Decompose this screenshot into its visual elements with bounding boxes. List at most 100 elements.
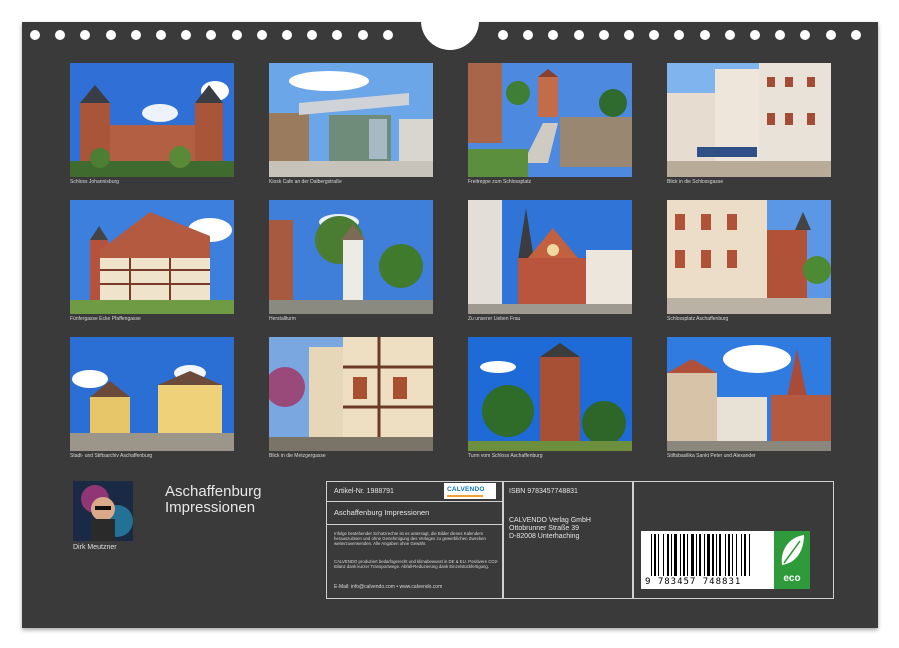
binding-hole — [80, 30, 91, 40]
calvendo-logo-text: CALVENDO — [447, 486, 485, 493]
publisher-line-3: D-82008 Unterhaching — [509, 533, 580, 540]
barcode-bar — [707, 534, 710, 576]
calendar-back-sheet: Schloss Johannisburg Kiosk Cafe an der D… — [22, 20, 878, 628]
photo-freitreppe — [468, 63, 632, 177]
barcode-bar — [696, 534, 697, 576]
publisher-address: CALVENDO Verlag GmbH Ottobrunner Straße … — [509, 517, 591, 541]
binding-hole — [156, 30, 166, 40]
barcode-bar — [683, 534, 685, 576]
hanger-notch — [421, 20, 479, 50]
photo-caption: Schloss Johannisburg — [70, 179, 119, 185]
photo-schlossplatz — [667, 200, 831, 314]
photo-caption: Fünfergasse Ecke Pfaffengasse — [70, 316, 141, 322]
contact-line: E-Mail: info@calvendo.com • www.calvendo… — [334, 584, 443, 590]
calvendo-logo: CALVENDO — [444, 483, 496, 499]
photo-caption: Stadt- und Stiftsarchiv Aschaffenburg — [70, 453, 153, 459]
barcode-bar — [658, 534, 659, 576]
barcode-bar — [651, 534, 652, 576]
barcode-bar — [671, 534, 672, 576]
eco-badge: eco — [774, 531, 810, 589]
calendar-title: Aschaffenburg Impressionen — [165, 484, 261, 516]
binding-hole — [130, 30, 141, 40]
barcode-bar — [667, 534, 669, 576]
binding-hole — [825, 30, 836, 40]
eco-notice: CALVENDO produziert bedarfsgerecht und k… — [334, 559, 499, 569]
leaf-icon — [781, 535, 804, 565]
barcode-bar — [744, 534, 746, 576]
photo-caption: Stiftsbasilika Sankt Peter und Alexander — [667, 453, 756, 459]
binding-hole — [548, 30, 559, 40]
barcode-bar — [712, 534, 714, 576]
barcode-bar — [699, 534, 701, 576]
barcode-bar — [716, 534, 717, 576]
binding-hole — [573, 30, 584, 40]
barcode-bar — [725, 534, 726, 576]
binding-hole — [30, 30, 40, 40]
publisher-line-1: CALVENDO Verlag GmbH — [509, 517, 591, 524]
barcode-bar — [741, 534, 742, 576]
binding-hole — [674, 30, 685, 40]
binding-hole — [598, 30, 609, 40]
title-line-2: Impressionen — [165, 499, 256, 516]
photo-herstallturm — [269, 200, 433, 314]
barcode-bar — [674, 534, 677, 576]
photo-fuenfergasse — [70, 200, 234, 314]
binding-hole — [282, 30, 292, 40]
photo-liebfrauenkirche — [468, 200, 632, 314]
barcode-digits: 9 783457 748831 — [645, 577, 742, 587]
photo-stiftsarchiv — [70, 337, 234, 451]
binding-hole — [624, 30, 634, 40]
barcode-bar — [719, 534, 721, 576]
article-number: Artikel-Nr. 1988791 — [334, 488, 394, 495]
barcode-bar — [654, 534, 656, 576]
publisher-line-2: Ottobrunner Straße 39 — [509, 525, 580, 532]
photo-caption: Kiosk Cafe an der Dalbergstraße — [269, 179, 342, 185]
title-line-1: Aschaffenburg — [165, 483, 262, 500]
photo-caption: Turm vom Schloss Aschaffenburg — [468, 453, 543, 459]
binding-hole — [231, 30, 242, 40]
photo-schlossturm — [468, 337, 632, 451]
binding-hole — [724, 30, 735, 40]
photo-schlossgasse — [667, 63, 831, 177]
binding-hole — [699, 30, 710, 40]
photo-caption: Schlossplatz Aschaffenburg — [667, 316, 729, 322]
barcode-bar — [680, 534, 681, 576]
photo-caption: Zu unserer Lieben Frau — [468, 316, 521, 322]
binding-hole — [498, 30, 508, 40]
eco-label: eco — [783, 573, 801, 584]
author-name: Dirk Meutzner — [73, 544, 117, 551]
binding-hole — [332, 30, 343, 40]
barcode-bar — [736, 534, 737, 576]
binding-hole — [55, 30, 66, 40]
photo-schloss-johannisburg — [70, 63, 234, 177]
isbn: ISBN 9783457748831 — [509, 488, 578, 495]
barcode-bar — [749, 534, 750, 576]
barcode-bar — [704, 534, 705, 576]
barcode-bar — [732, 534, 733, 576]
product-title: Aschaffenburg Impressionen — [334, 508, 430, 517]
legal-notice: Infolge bestehender Schutzrechte ist es … — [334, 531, 486, 546]
binding-hole — [181, 30, 192, 40]
binding-hole — [850, 30, 861, 40]
binding-hole — [775, 30, 786, 40]
barcode-bar — [728, 534, 730, 576]
binding-hole — [523, 30, 534, 40]
author-portrait — [73, 481, 133, 541]
binding-hole — [649, 30, 660, 40]
photo-caption: Blick in die Schlossgasse — [667, 179, 724, 185]
photo-stiftsbasilika — [667, 337, 831, 451]
barcode-bar — [663, 534, 664, 576]
logo-stripe — [447, 495, 483, 497]
isbn-barcode: 9 783457 748831 — [641, 531, 776, 589]
binding-hole — [206, 30, 217, 40]
photo-kiosk-cafe — [269, 63, 433, 177]
barcode-bar — [691, 534, 694, 576]
binding-hole — [382, 30, 393, 40]
photo-caption: Herstallturm — [269, 316, 296, 322]
binding-hole — [105, 30, 116, 40]
binding-hole — [800, 30, 811, 40]
binding-hole — [307, 30, 318, 40]
barcode-bar — [687, 534, 688, 576]
binding-hole — [256, 30, 267, 40]
photo-caption: Blick in die Metzgergasse — [269, 453, 326, 459]
